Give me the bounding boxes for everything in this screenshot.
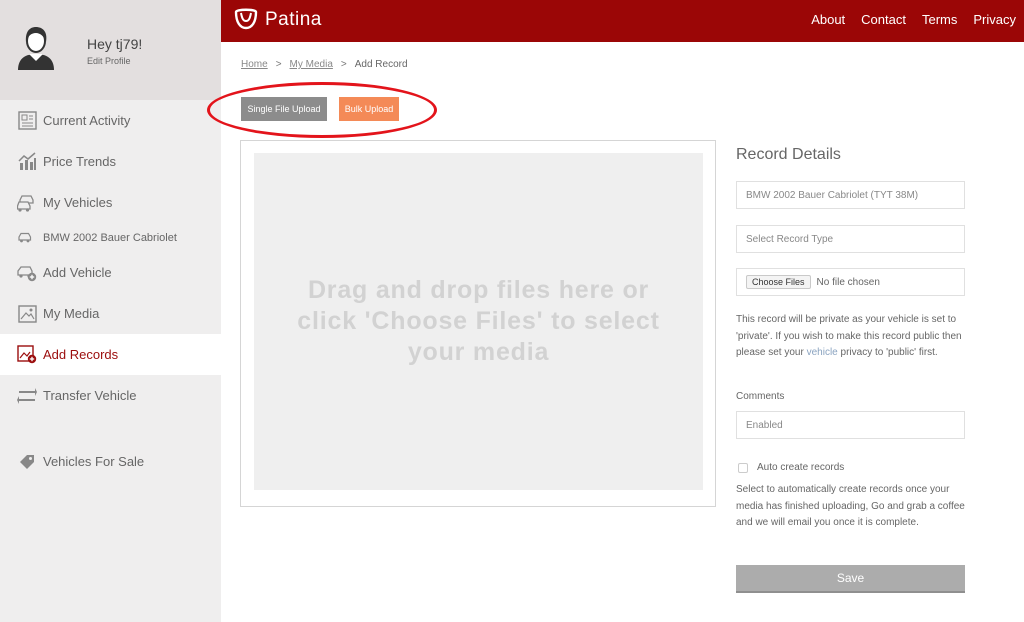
sidebar-item-label: My Media	[43, 306, 100, 321]
sidebar-item-bmw-2002[interactable]: BMW 2002 Bauer Cabriolet	[0, 223, 221, 252]
auto-create-label: Auto create records	[757, 462, 845, 473]
dropzone-text: Drag and drop files here or click 'Choos…	[297, 276, 660, 366]
comments-select[interactable]: Enabled	[736, 411, 965, 439]
vehicle-select-value: BMW 2002 Bauer Cabriolet (TYT 38M)	[746, 189, 919, 201]
privacy-note: This record will be private as your vehi…	[736, 312, 966, 362]
vehicle-privacy-link[interactable]: vehicle	[807, 347, 838, 358]
privacy-note-text-end: privacy to 'public' first.	[837, 347, 938, 358]
breadcrumb-current: Add Record	[354, 59, 408, 70]
nav-contact-link[interactable]: Contact	[861, 12, 906, 27]
sidebar-item-label: Transfer Vehicle	[43, 388, 137, 403]
auto-create-note: Select to automatically create records o…	[736, 484, 965, 528]
sidebar: Hey tj79! Edit Profile Current Activity …	[0, 0, 221, 622]
profile-greeting: Hey tj79!	[87, 36, 143, 52]
dropzone-frame: Drag and drop files here or click 'Choos…	[240, 140, 716, 507]
patina-logo-icon	[234, 8, 258, 30]
sidebar-item-label: Vehicles For Sale	[43, 454, 145, 469]
sidebar-item-label: Add Records	[43, 347, 119, 362]
price-tag-icon	[16, 452, 38, 472]
sidebar-item-label: Add Vehicle	[43, 265, 112, 280]
save-button[interactable]: Save	[736, 565, 965, 593]
image-icon	[16, 304, 38, 324]
breadcrumb-home-link[interactable]: Home	[241, 59, 268, 70]
sidebar-item-transfer-vehicle[interactable]: Transfer Vehicle	[0, 375, 221, 416]
transfer-arrows-icon	[16, 386, 38, 406]
comments-label: Comments	[736, 391, 785, 402]
file-dropzone[interactable]: Drag and drop files here or click 'Choos…	[254, 153, 703, 490]
breadcrumb-my-media-link[interactable]: My Media	[290, 59, 333, 70]
add-record-icon	[16, 345, 38, 365]
auto-create-checkbox[interactable]	[738, 462, 748, 473]
avatar[interactable]	[14, 24, 58, 70]
sidebar-nav: Current Activity Price Trends My Vehicle…	[0, 100, 221, 482]
sidebar-item-label: Price Trends	[43, 154, 116, 169]
breadcrumb-separator: >	[340, 59, 347, 70]
sidebar-item-my-vehicles[interactable]: My Vehicles	[0, 182, 221, 223]
no-file-chosen-text: No file chosen	[816, 276, 880, 288]
logo[interactable]: Patina	[233, 8, 322, 32]
sidebar-item-add-vehicle[interactable]: Add Vehicle	[0, 252, 221, 293]
nav-about-link[interactable]: About	[811, 12, 845, 27]
car-icon	[16, 228, 34, 248]
sidebar-item-my-media[interactable]: My Media	[0, 293, 221, 334]
comments-value: Enabled	[746, 419, 783, 431]
record-type-select[interactable]: Select Record Type	[736, 225, 965, 253]
sidebar-item-vehicles-for-sale[interactable]: Vehicles For Sale	[0, 441, 221, 482]
auto-create-row: Auto create records	[736, 462, 844, 473]
sidebar-item-label: Current Activity	[43, 113, 131, 128]
edit-profile-link[interactable]: Edit Profile	[87, 56, 131, 66]
top-nav: About Contact Terms Privacy	[811, 12, 1016, 27]
record-details-title: Record Details	[736, 146, 841, 163]
logo-text: Patina	[265, 9, 322, 30]
breadcrumb-separator: >	[275, 59, 282, 70]
sidebar-item-current-activity[interactable]: Current Activity	[0, 100, 221, 141]
record-type-placeholder: Select Record Type	[746, 233, 834, 245]
profile-panel: Hey tj79! Edit Profile	[0, 0, 221, 100]
single-file-upload-button[interactable]: Single File Upload	[241, 97, 327, 121]
sidebar-item-add-records[interactable]: Add Records	[0, 334, 221, 375]
newspaper-icon	[16, 111, 38, 131]
sidebar-item-price-trends[interactable]: Price Trends	[0, 141, 221, 182]
vehicle-select[interactable]: BMW 2002 Bauer Cabriolet (TYT 38M)	[736, 181, 965, 209]
file-input: Choose Files No file chosen	[736, 268, 965, 296]
choose-files-button[interactable]: Choose Files	[746, 275, 811, 289]
sidebar-item-label: My Vehicles	[43, 195, 113, 210]
bar-chart-icon	[16, 152, 38, 172]
top-bar: Patina About Contact Terms Privacy	[221, 0, 1024, 42]
sidebar-item-label: BMW 2002 Bauer Cabriolet	[43, 231, 177, 244]
breadcrumb: Home > My Media > Add Record	[241, 59, 408, 70]
cars-icon	[16, 193, 38, 213]
nav-privacy-link[interactable]: Privacy	[973, 12, 1016, 27]
add-car-icon	[16, 263, 38, 283]
nav-terms-link[interactable]: Terms	[922, 12, 957, 27]
bulk-upload-button[interactable]: Bulk Upload	[339, 97, 399, 121]
